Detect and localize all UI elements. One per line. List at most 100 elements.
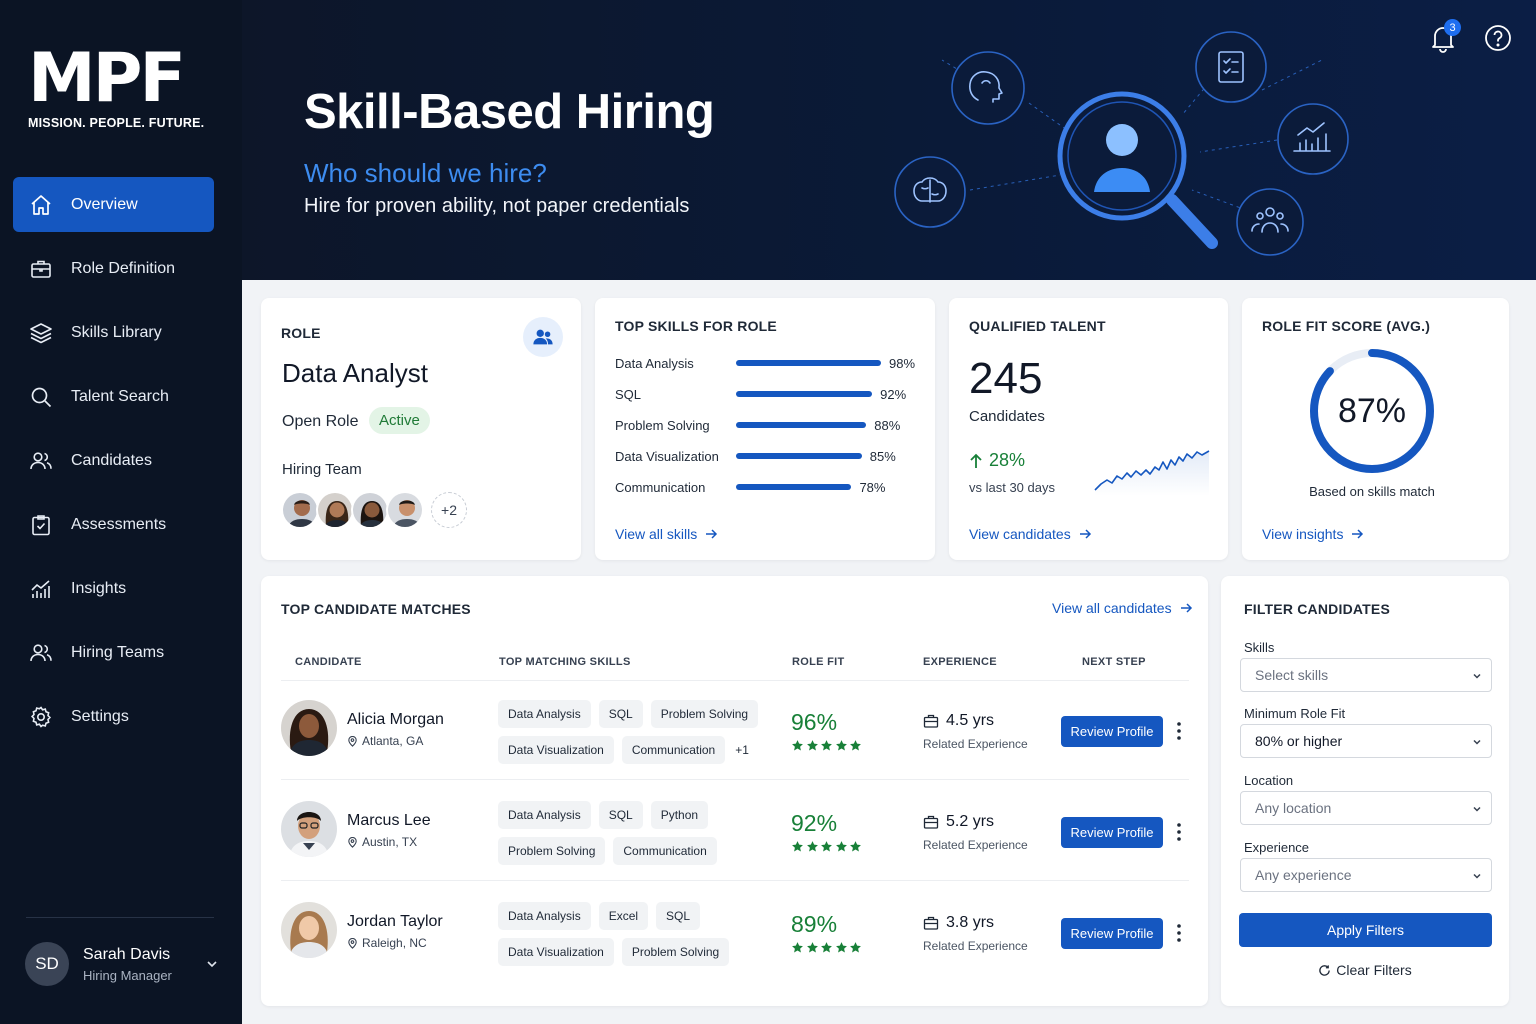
fit-heading: ROLE FIT SCORE (AVG.) bbox=[1262, 318, 1431, 334]
role-heading: ROLE bbox=[281, 325, 321, 341]
skill-chip: Excel bbox=[598, 902, 649, 930]
experience-label: Related Experience bbox=[923, 737, 1028, 751]
sidebar-item-candidates[interactable]: Candidates bbox=[13, 433, 214, 488]
experience-text: 4.5 yrs bbox=[946, 712, 995, 729]
top-skills-card: TOP SKILLS FOR ROLE Data Analysis 98% SQ… bbox=[595, 298, 935, 560]
top-skills-heading: TOP SKILLS FOR ROLE bbox=[615, 318, 777, 334]
skill-chips: Data Analysis Excel SQL Data Visualizati… bbox=[498, 902, 768, 974]
experience-label: Related Experience bbox=[923, 838, 1028, 852]
location-text: Raleigh, NC bbox=[362, 936, 427, 950]
link-label: View insights bbox=[1262, 526, 1344, 542]
sidebar-item-insights[interactable]: Insights bbox=[13, 561, 214, 616]
more-skills[interactable]: +1 bbox=[735, 743, 749, 757]
review-profile-button[interactable]: Review Profile bbox=[1061, 918, 1163, 949]
experience-select[interactable]: Any experience bbox=[1240, 858, 1492, 892]
more-options-icon[interactable] bbox=[1174, 720, 1184, 742]
sidebar-item-label: Candidates bbox=[71, 451, 152, 469]
column-header-skills: TOP MATCHING SKILLS bbox=[499, 656, 631, 668]
logo-tagline: MISSION. PEOPLE. FUTURE. bbox=[28, 116, 205, 130]
rating-stars bbox=[791, 840, 864, 853]
skill-bar bbox=[736, 391, 873, 397]
skill-chip: Python bbox=[650, 801, 709, 829]
layers-icon bbox=[30, 322, 52, 343]
sidebar-item-hiring-teams[interactable]: Hiring Teams bbox=[13, 625, 214, 680]
sidebar-item-label: Role Definition bbox=[71, 259, 176, 277]
avatar bbox=[281, 491, 319, 529]
skill-name: Problem Solving bbox=[615, 417, 710, 433]
sidebar-item-assessments[interactable]: Assessments bbox=[13, 497, 214, 552]
hiring-team-label: Hiring Team bbox=[282, 461, 362, 478]
candidate-count-label: Candidates bbox=[969, 408, 1045, 425]
sparkline bbox=[1094, 450, 1210, 496]
star-icon bbox=[792, 841, 803, 852]
clipboard-check-icon bbox=[32, 514, 50, 535]
review-profile-button[interactable]: Review Profile bbox=[1061, 716, 1163, 747]
sidebar: MPF MISSION. PEOPLE. FUTURE. Overview Ro… bbox=[0, 0, 242, 1024]
avatar bbox=[281, 801, 337, 857]
sidebar-divider bbox=[26, 917, 214, 918]
skill-percent: 98% bbox=[889, 355, 916, 371]
user-menu[interactable]: SD Sarah Davis Hiring Manager bbox=[25, 940, 220, 988]
location-text: Austin, TX bbox=[362, 835, 418, 849]
chevron-down-icon[interactable] bbox=[204, 956, 220, 972]
star-icon bbox=[850, 841, 861, 852]
skill-chip: Problem Solving bbox=[498, 837, 606, 865]
sidebar-item-overview[interactable]: Overview bbox=[13, 177, 214, 232]
experience-text: 5.2 yrs bbox=[946, 813, 995, 830]
fit-score-value: 87% bbox=[1337, 392, 1407, 430]
fit-basis: Based on skills match bbox=[1309, 484, 1435, 499]
filter-heading: FILTER CANDIDATES bbox=[1244, 601, 1390, 617]
arrow-right-icon bbox=[1079, 529, 1091, 539]
sidebar-item-label: Hiring Teams bbox=[71, 643, 165, 661]
search-icon bbox=[31, 387, 52, 407]
role-title: Data Analyst bbox=[282, 358, 428, 388]
star-icon bbox=[821, 740, 832, 751]
location-select[interactable]: Any location bbox=[1240, 791, 1492, 825]
star-icon bbox=[806, 942, 818, 953]
avatar bbox=[316, 491, 354, 529]
role-fit-value: 96% bbox=[791, 709, 838, 735]
notification-badge: 3 bbox=[1444, 19, 1461, 36]
clear-filters-button[interactable]: Clear Filters bbox=[1221, 962, 1509, 978]
more-options-icon[interactable] bbox=[1174, 821, 1184, 843]
avatar bbox=[351, 491, 389, 529]
sidebar-item-role-definition[interactable]: Role Definition bbox=[13, 241, 214, 296]
user-role: Hiring Manager bbox=[83, 967, 172, 983]
sidebar-item-settings[interactable]: Settings bbox=[13, 689, 214, 744]
review-profile-button[interactable]: Review Profile bbox=[1061, 817, 1163, 848]
sidebar-item-talent-search[interactable]: Talent Search bbox=[13, 369, 214, 424]
map-pin-icon bbox=[348, 937, 357, 949]
sidebar-item-label: Skills Library bbox=[71, 323, 162, 341]
logo-mark: MPF bbox=[28, 39, 186, 118]
star-icon bbox=[821, 942, 832, 953]
apply-filters-button[interactable]: Apply Filters bbox=[1239, 913, 1492, 947]
view-all-candidates-link[interactable]: View all candidates bbox=[1052, 600, 1193, 616]
arrow-right-icon bbox=[1352, 529, 1364, 539]
sidebar-item-skills-library[interactable]: Skills Library bbox=[13, 305, 214, 360]
view-insights-link[interactable]: View insights bbox=[1262, 526, 1364, 542]
experience-value: 5.2 yrs bbox=[923, 813, 994, 831]
candidate-name[interactable]: Marcus Lee bbox=[347, 812, 431, 830]
view-candidates-link[interactable]: View candidates bbox=[969, 526, 1092, 542]
more-options-icon[interactable] bbox=[1174, 922, 1184, 944]
min-role-fit-select[interactable]: 80% or higher bbox=[1240, 724, 1492, 758]
logo[interactable]: MPF MISSION. PEOPLE. FUTURE. bbox=[28, 39, 205, 131]
more-team-members[interactable]: +2 bbox=[431, 492, 467, 528]
hiring-team-avatars[interactable]: +2 bbox=[281, 491, 467, 529]
role-fit-value: 92% bbox=[791, 810, 838, 836]
briefcase-icon bbox=[923, 815, 939, 829]
star-icon bbox=[806, 841, 818, 852]
view-all-skills-link[interactable]: View all skills bbox=[615, 526, 718, 542]
help-icon[interactable] bbox=[1480, 20, 1516, 56]
star-icon bbox=[792, 942, 803, 953]
skill-chip: SQL bbox=[598, 801, 643, 829]
star-icon bbox=[821, 841, 832, 852]
skills-select[interactable]: Select skills bbox=[1240, 658, 1492, 692]
sidebar-item-label: Insights bbox=[71, 579, 127, 597]
chevron-down-icon bbox=[1473, 739, 1481, 745]
candidate-name[interactable]: Jordan Taylor bbox=[347, 913, 443, 931]
candidate-name[interactable]: Alicia Morgan bbox=[347, 711, 444, 729]
briefcase-icon bbox=[31, 260, 51, 278]
map-pin-icon bbox=[348, 836, 357, 848]
team-icon bbox=[30, 643, 52, 661]
